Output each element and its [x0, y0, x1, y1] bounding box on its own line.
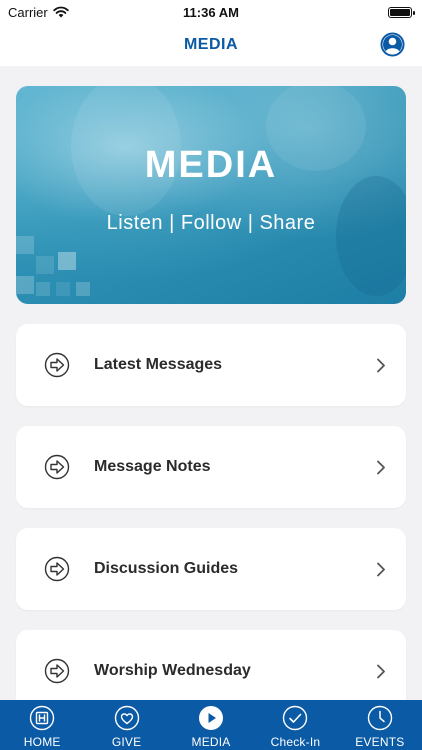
arrow-right-circle-icon [44, 454, 70, 480]
tab-events[interactable]: EVENTS [338, 700, 422, 750]
tab-label: Check-In [270, 735, 321, 749]
tab-media[interactable]: MEDIA [169, 700, 253, 750]
menu-item-label: Discussion Guides [94, 560, 239, 577]
arrow-right-circle-icon [44, 352, 70, 378]
banner-title: MEDIA [144, 144, 278, 186]
tab-give[interactable]: GIVE [84, 700, 168, 750]
tab-bar: HOME GIVE MEDIA Check-In EVENTS [0, 700, 422, 750]
status-left: Carrier [8, 5, 69, 20]
chevron-right-icon [377, 358, 385, 373]
nav-bar: MEDIA [0, 24, 422, 66]
chevron-right-icon [377, 460, 385, 475]
tab-check-in[interactable]: Check-In [253, 700, 337, 750]
chevron-right-icon [377, 664, 385, 679]
heart-circle-icon [114, 705, 139, 731]
status-bar: Carrier 11:36 AM [0, 0, 422, 24]
banner-subtitle: Listen | Follow | Share [106, 212, 316, 234]
menu-item-message-notes[interactable]: Message Notes [16, 426, 406, 508]
media-banner[interactable]: MEDIA Listen | Follow | Share [16, 86, 406, 304]
menu-item-latest-messages[interactable]: Latest Messages [16, 324, 406, 406]
arrow-right-circle-icon [44, 556, 70, 582]
menu-item-discussion-guides[interactable]: Discussion Guides [16, 528, 406, 610]
tab-label: MEDIA [191, 735, 231, 749]
page-title: MEDIA [183, 36, 239, 53]
clock-icon [367, 705, 393, 731]
menu-item-label: Latest Messages [94, 356, 223, 373]
carrier-label: Carrier [8, 4, 48, 20]
battery-icon [388, 6, 415, 18]
arrow-right-circle-icon [44, 658, 70, 684]
tab-label: HOME [23, 735, 61, 749]
menu-item-label: Worship Wednesday [94, 662, 251, 679]
profile-icon[interactable] [380, 32, 405, 57]
tab-label: EVENTS [355, 735, 405, 749]
tab-label: GIVE [111, 735, 142, 749]
banner-decoration [16, 86, 406, 296]
home-logo-icon [30, 705, 55, 731]
chevron-right-icon [377, 562, 385, 577]
play-circle-icon [199, 706, 224, 730]
wifi-icon [53, 6, 69, 18]
tab-home[interactable]: HOME [0, 700, 84, 750]
menu-item-label: Message Notes [94, 458, 211, 475]
check-circle-icon [283, 705, 308, 731]
